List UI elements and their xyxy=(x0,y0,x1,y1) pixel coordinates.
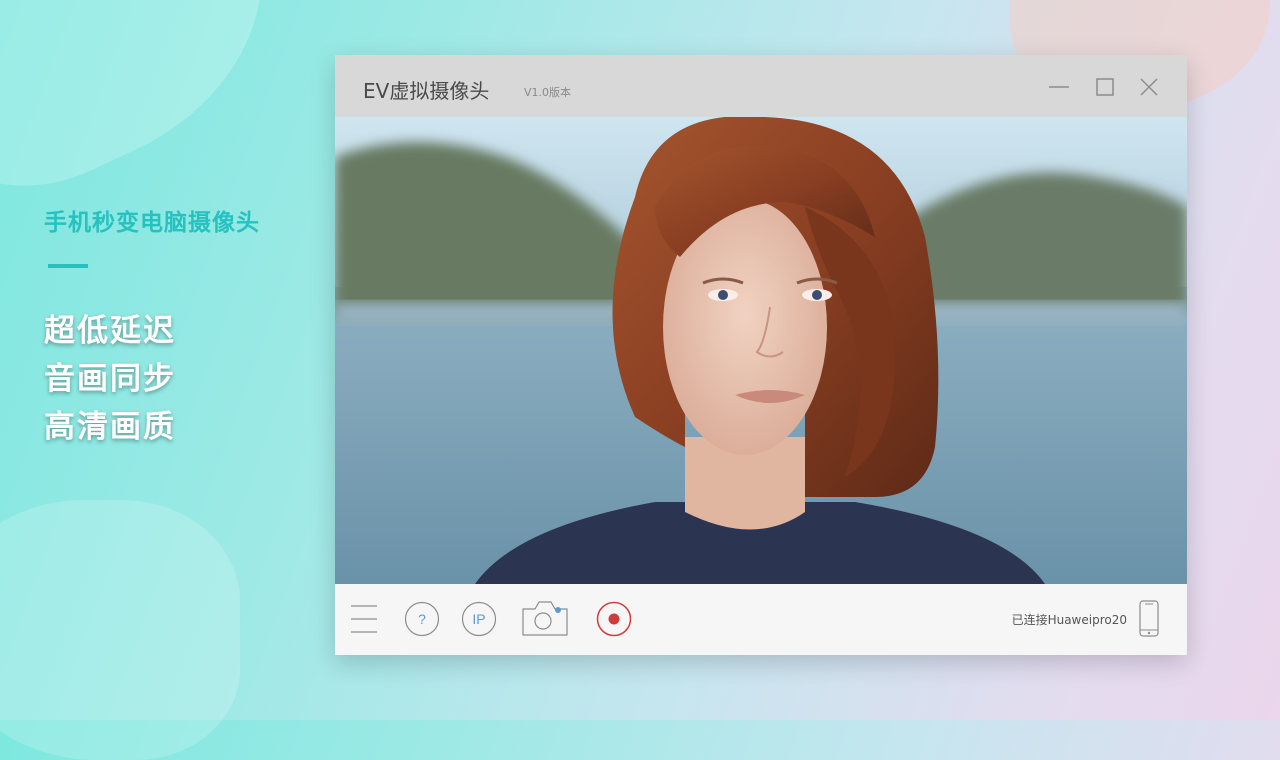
app-title: EV虚拟摄像头 xyxy=(363,79,490,103)
help-button[interactable]: ? xyxy=(404,601,440,637)
record-button[interactable] xyxy=(596,601,632,637)
feature-av-sync: 音画同步 xyxy=(44,361,176,397)
promo-title: 手机秒变电脑摄像头 xyxy=(44,210,260,236)
bottom-toolbar: ? IP 已连接Huaweipro20 xyxy=(335,584,1187,655)
camera-preview xyxy=(335,117,1187,584)
bg-decoration xyxy=(0,0,316,227)
ip-label: IP xyxy=(472,611,485,627)
maximize-icon xyxy=(1096,78,1114,96)
help-label: ? xyxy=(418,611,426,627)
close-button[interactable] xyxy=(1135,73,1163,101)
promo-divider xyxy=(48,264,88,268)
phone-icon xyxy=(1139,600,1159,637)
menu-icon xyxy=(351,605,377,633)
ip-button[interactable]: IP xyxy=(461,601,497,637)
app-version: V1.0版本 xyxy=(524,86,572,99)
minimize-icon xyxy=(1049,86,1069,88)
maximize-button[interactable] xyxy=(1091,73,1119,101)
bg-decoration xyxy=(0,500,240,760)
snapshot-button[interactable] xyxy=(521,599,569,637)
camera-preview-image xyxy=(335,117,1187,584)
connection-status: 已连接Huaweipro20 xyxy=(1011,613,1127,627)
close-icon xyxy=(1140,78,1158,96)
app-window: EV虚拟摄像头 V1.0版本 ? IP 已连接Huaweipro20 xyxy=(335,55,1187,655)
minimize-button[interactable] xyxy=(1045,73,1073,101)
record-icon xyxy=(596,601,632,637)
feature-hd-quality: 高清画质 xyxy=(44,409,176,445)
feature-low-latency: 超低延迟 xyxy=(44,313,176,349)
ip-icon: IP xyxy=(461,601,497,637)
help-icon: ? xyxy=(404,601,440,637)
camera-icon xyxy=(522,601,568,636)
device-button[interactable] xyxy=(1138,600,1160,638)
title-bar[interactable]: EV虚拟摄像头 V1.0版本 xyxy=(335,55,1187,117)
menu-button[interactable] xyxy=(349,604,379,634)
